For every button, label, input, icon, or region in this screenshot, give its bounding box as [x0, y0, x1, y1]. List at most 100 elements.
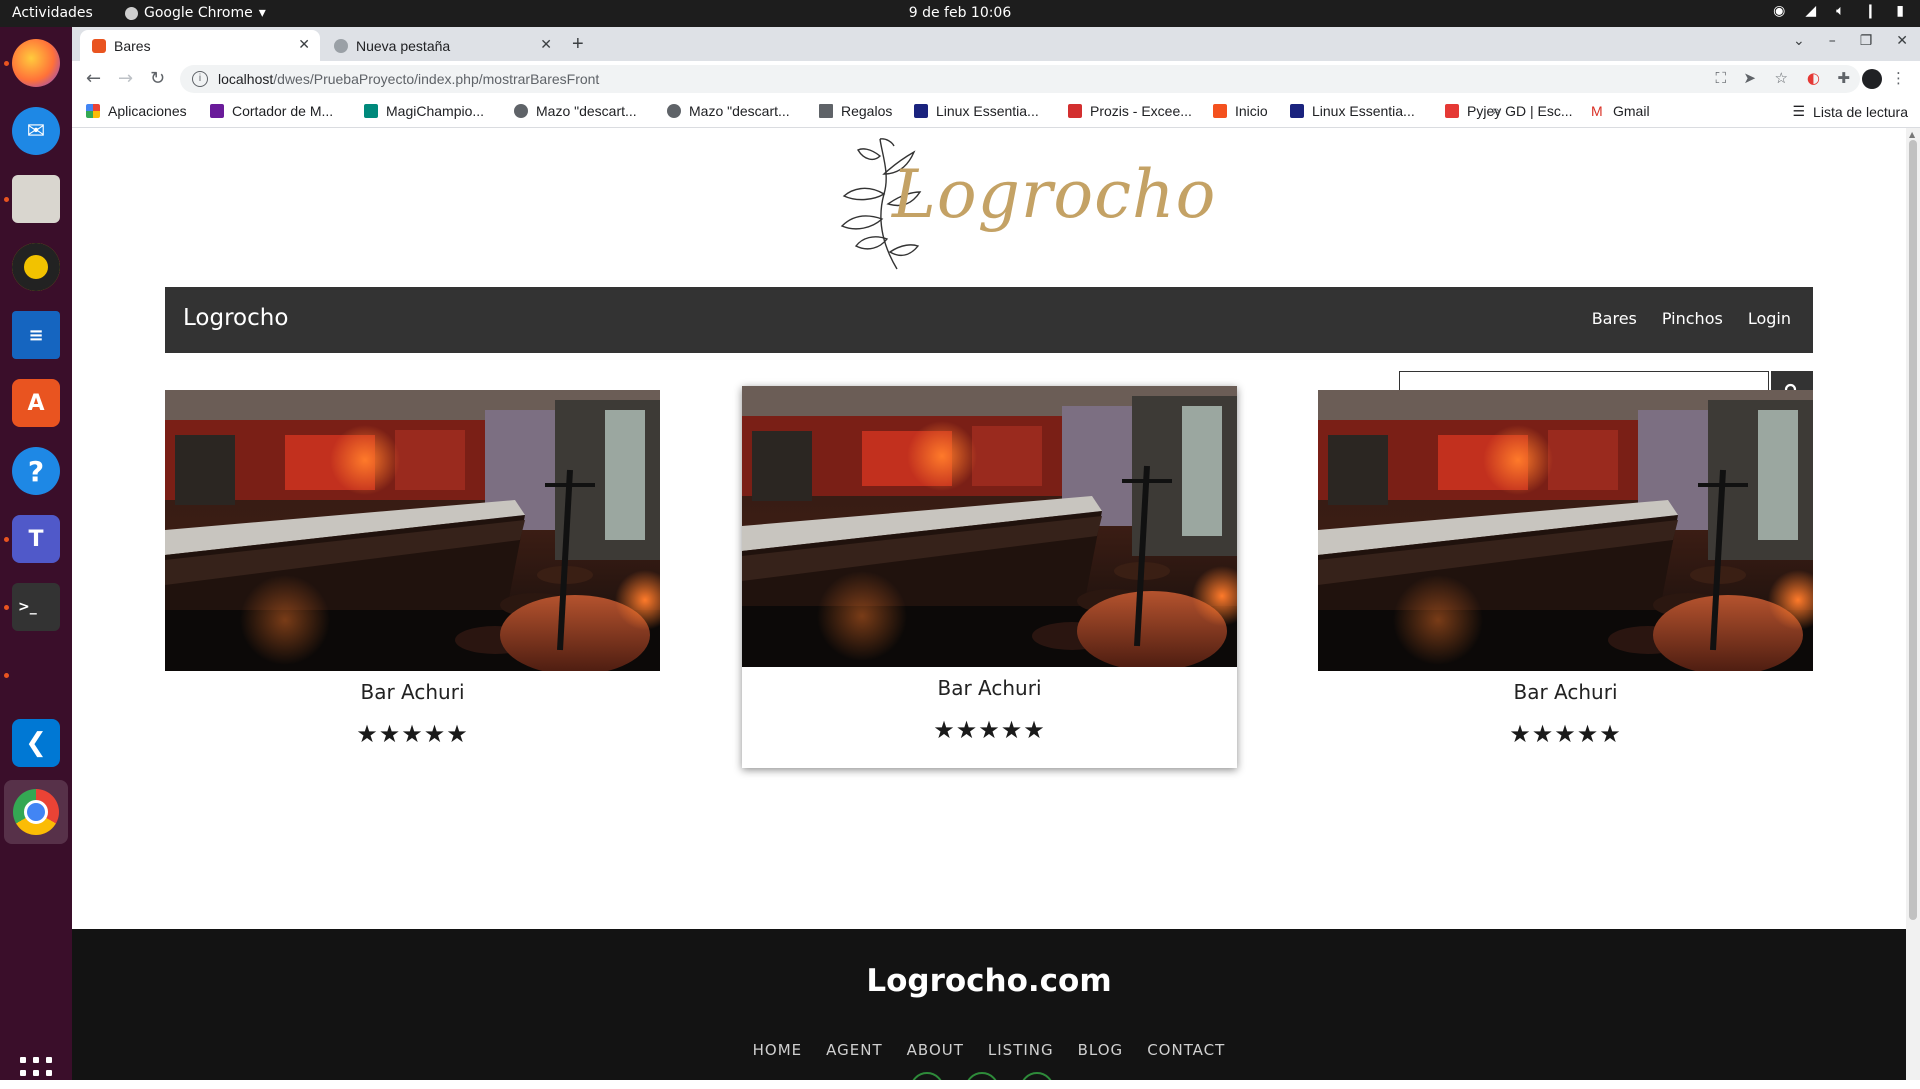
apps-grid-icon: [86, 104, 100, 118]
bookmark-favicon-icon: [364, 104, 378, 118]
terminal-icon[interactable]: >_: [12, 583, 60, 631]
menu-kebab-icon[interactable]: ⋮: [1891, 69, 1906, 87]
bookmarks-bar: Aplicaciones Cortador de M... MagiChampi…: [72, 97, 1920, 128]
help-icon[interactable]: ?: [12, 447, 60, 495]
battery-icon[interactable]: ▮: [1896, 3, 1904, 19]
social-instagram-icon[interactable]: [965, 1072, 999, 1080]
bar-card[interactable]: Bar Achuri ★★★★★: [742, 386, 1237, 768]
footer-link-agent[interactable]: AGENT: [826, 1041, 882, 1059]
thunderbird-icon[interactable]: ✉: [12, 107, 60, 155]
teams-tray-icon[interactable]: ◉: [1773, 3, 1785, 19]
minimize-icon[interactable]: –: [1829, 33, 1836, 49]
bookmark-item[interactable]: Prozis - Excee...: [1068, 103, 1192, 119]
footer-link-listing[interactable]: LISTING: [988, 1041, 1054, 1059]
files-icon[interactable]: [12, 175, 60, 223]
nav-link-login[interactable]: Login: [1748, 309, 1791, 328]
footer-link-contact[interactable]: CONTACT: [1147, 1041, 1225, 1059]
nav-link-bares[interactable]: Bares: [1592, 309, 1637, 328]
footer-link-about[interactable]: ABOUT: [907, 1041, 964, 1059]
show-applications-icon[interactable]: [20, 1057, 52, 1089]
bookmark-star-icon[interactable]: ☆: [1775, 69, 1788, 87]
chevron-down-icon: ▾: [258, 5, 266, 21]
bookmark-label: Gmail: [1613, 103, 1650, 119]
scrollbar-thumb[interactable]: [1909, 140, 1917, 920]
social-twitter-icon[interactable]: [1020, 1072, 1054, 1080]
close-tab-icon[interactable]: ✕: [298, 36, 310, 53]
footer-link-home[interactable]: HOME: [753, 1041, 803, 1059]
url-host: localhost: [218, 71, 274, 87]
chrome-icon: [125, 6, 138, 20]
microphone-icon[interactable]: ❙: [1865, 3, 1877, 19]
bookmark-item[interactable]: Inicio: [1213, 103, 1268, 119]
logo-wordmark[interactable]: Logrocho: [892, 156, 1216, 233]
app-menu[interactable]: Google Chrome ▾: [125, 5, 266, 21]
bookmark-item[interactable]: Mazo "descart...: [514, 103, 637, 119]
close-window-icon[interactable]: ✕: [1896, 33, 1908, 49]
rhythmbox-icon[interactable]: [12, 243, 60, 291]
bar-name[interactable]: Bar Achuri: [742, 676, 1237, 700]
address-bar[interactable]: i localhost/dwes/PruebaProyecto/index.ph…: [180, 65, 1860, 93]
tab-label: Bares: [114, 37, 151, 54]
bar-name[interactable]: Bar Achuri: [165, 680, 660, 704]
bookmark-item[interactable]: M Gmail: [1591, 103, 1650, 119]
close-tab-icon[interactable]: ✕: [540, 36, 552, 53]
bookmark-label: Regalos: [841, 103, 893, 119]
running-indicator: [4, 61, 9, 66]
extensions-puzzle-icon[interactable]: ✚: [1837, 69, 1850, 87]
reading-list-button[interactable]: ☰ Lista de lectura: [1792, 103, 1908, 120]
bar-photo[interactable]: [742, 386, 1237, 667]
bookmark-favicon-icon: [210, 104, 224, 118]
back-icon[interactable]: ←: [86, 68, 101, 89]
scroll-up-icon[interactable]: ▲: [1909, 130, 1915, 139]
software-center-icon[interactable]: A: [12, 379, 60, 427]
tab-search-icon[interactable]: ⌄: [1793, 33, 1805, 49]
tab-nueva-pestana[interactable]: Nueva pestaña ✕: [322, 30, 562, 61]
navbar-brand[interactable]: Logrocho: [183, 305, 288, 331]
profile-avatar[interactable]: [1862, 69, 1882, 89]
bookmark-item[interactable]: Cortador de M...: [210, 103, 333, 119]
social-facebook-icon[interactable]: [910, 1072, 944, 1080]
firefox-icon[interactable]: [12, 39, 60, 87]
bar-photo[interactable]: [1318, 390, 1813, 671]
bar-photo[interactable]: [165, 390, 660, 671]
teams-icon[interactable]: T: [12, 515, 60, 563]
site-info-icon[interactable]: i: [192, 71, 208, 87]
tab-bares[interactable]: Bares ✕: [80, 30, 320, 61]
more-bookmarks-button[interactable]: »: [1492, 102, 1500, 118]
window-controls: ⌄ – ❐ ✕: [1793, 33, 1908, 49]
bookmark-item[interactable]: Aplicaciones: [86, 103, 187, 119]
activities-button[interactable]: Actividades: [12, 5, 93, 21]
bookmark-item[interactable]: Pyjey GD | Esc...: [1445, 103, 1573, 119]
url-path: /dwes/PruebaProyecto/index.php/mostrarBa…: [273, 71, 600, 87]
bookmark-item[interactable]: Linux Essentia...: [914, 103, 1039, 119]
forward-icon[interactable]: →: [118, 68, 133, 89]
send-icon[interactable]: ➤: [1743, 69, 1756, 87]
bar-card[interactable]: Bar Achuri ★★★★★: [1318, 390, 1813, 750]
translate-icon[interactable]: ⛶: [1715, 69, 1726, 87]
page-scrollbar[interactable]: ▲: [1906, 128, 1920, 1080]
tab-label: Nueva pestaña: [356, 37, 451, 54]
system-tray[interactable]: ◉ ◢ 🔈︎ ❙ ▮: [1773, 3, 1904, 19]
clock[interactable]: 9 de feb 10:06: [909, 5, 1012, 21]
app-menu-label: Google Chrome: [144, 5, 253, 21]
reload-icon[interactable]: ↻: [150, 68, 165, 89]
chrome-favicon-icon: [334, 38, 348, 53]
bookmark-item[interactable]: Linux Essentia...: [1290, 103, 1415, 119]
bookmark-item[interactable]: MagiChampio...: [364, 103, 484, 119]
bar-name[interactable]: Bar Achuri: [1318, 680, 1813, 704]
bookmark-item[interactable]: Mazo "descart...: [667, 103, 790, 119]
reading-list-label: Lista de lectura: [1813, 103, 1908, 120]
nav-link-pinchos[interactable]: Pinchos: [1662, 309, 1723, 328]
chrome-dock-slot[interactable]: [4, 780, 68, 844]
vscode-icon[interactable]: ❮: [12, 719, 60, 767]
bar-card[interactable]: Bar Achuri ★★★★★: [165, 390, 660, 750]
extension-icon[interactable]: ◐: [1807, 69, 1820, 87]
wifi-icon[interactable]: ◢: [1805, 3, 1816, 19]
volume-icon[interactable]: 🔈︎: [1836, 3, 1844, 19]
maximize-icon[interactable]: ❐: [1860, 33, 1873, 49]
bookmark-folder[interactable]: Regalos: [819, 103, 892, 119]
footer-link-blog[interactable]: BLOG: [1078, 1041, 1124, 1059]
bookmark-favicon-icon: [1068, 104, 1082, 118]
new-tab-button[interactable]: +: [572, 33, 584, 56]
writer-icon[interactable]: ≡: [12, 311, 60, 359]
